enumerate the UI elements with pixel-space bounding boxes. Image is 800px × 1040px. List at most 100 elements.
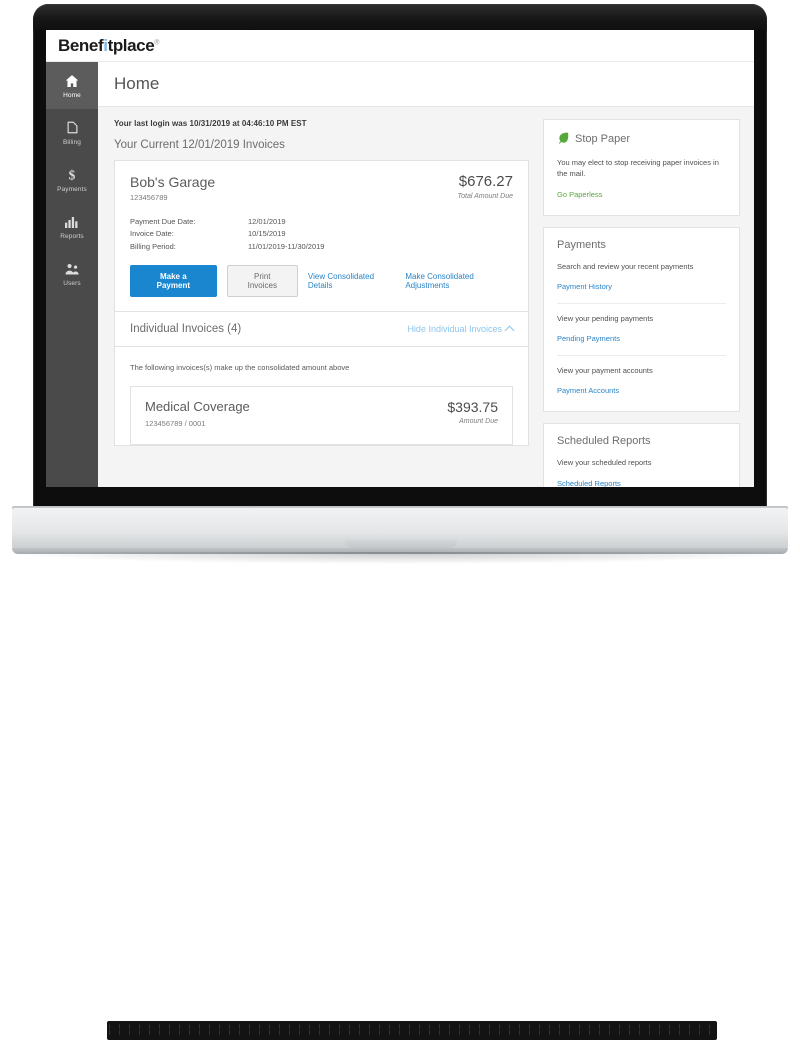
scheduled-reports-link[interactable]: Scheduled Reports [557,479,621,488]
invoice-identity: Bob's Garage 123456789 [130,174,215,202]
payment-history-link[interactable]: Payment History [557,282,612,291]
laptop-shadow [4,552,796,564]
payments-widget: Payments Search and review your recent p… [543,226,740,413]
page-header: Home [98,62,754,107]
widget-description: View your scheduled reports [557,458,652,468]
individual-invoice-name: Medical Coverage [145,399,250,415]
payments-title: Payments [557,239,726,251]
individual-invoice-amount: $393.75 [447,399,498,416]
widget-description: You may elect to stop receiving paper in… [557,158,719,179]
keyboard-row [109,1030,715,1035]
print-invoices-button[interactable]: Print Invoices [226,265,298,298]
keyboard [107,1021,717,1040]
invoice-detail-row: Invoice Date: 10/15/2019 [130,228,513,240]
scheduled-reports-widget: Scheduled Reports View your scheduled re… [543,423,740,487]
invoice-details: Payment Due Date: 12/01/2019 Invoice Dat… [115,202,528,253]
keyboard-row [109,1024,715,1029]
invoice-account-number: 123456789 [130,193,168,203]
widget-title-label: Stop Paper [575,133,631,145]
invoice-header: Bob's Garage 123456789 $676.27 Total Amo… [115,161,528,202]
widget-row: View your payment accounts Payment Accou… [557,355,726,398]
sidebar-item-label: Home [63,91,81,99]
invoice-actions: Make a Payment Print Invoices View Conso… [115,253,528,311]
invoice-detail-row: Billing Period: 11/01/2019-11/30/2019 [130,241,513,253]
individual-invoice-account: 123456789 / 0001 [145,419,206,429]
widget-description: View your pending payments [557,313,654,323]
invoice-detail-row: Payment Due Date: 12/01/2019 [130,216,513,228]
hide-individual-invoices-toggle[interactable]: Hide Individual Invoices [407,324,515,336]
individual-invoice-item[interactable]: Medical Coverage 123456789 / 0001 $393.7… [130,386,513,446]
detail-key: Billing Period: [130,241,176,251]
dollar-icon: $ [64,167,80,183]
leaf-icon [557,131,570,147]
widget-title-label: Payments [557,238,606,251]
sidebar-item-home[interactable]: Home [46,62,98,109]
detail-value: 12/01/2019 [248,217,286,227]
users-icon [64,261,80,277]
app-body: Home Billing $ Payments Reports Users Ho… [46,62,754,487]
make-a-payment-button[interactable]: Make a Payment [130,265,217,298]
scheduled-reports-title: Scheduled Reports [557,435,726,447]
widget-row: Search and review your recent payments P… [557,261,726,303]
sidebar: Home Billing $ Payments Reports Users [46,62,98,487]
detail-key: Payment Due Date: [130,217,196,227]
individual-invoice-total: $393.75 Amount Due [447,400,498,425]
widget-description: View your payment accounts [557,366,653,375]
current-invoices-title: Your Current 12/01/2019 Invoices [114,139,285,151]
laptop-mockup: Benefitplace® Home Billing $ Payments Re… [0,0,800,1040]
detail-value: 10/15/2019 [248,229,286,239]
home-icon [64,73,80,89]
individual-invoice-identity: Medical Coverage 123456789 / 0001 [145,399,250,429]
sidebar-item-label: Payments [57,185,87,193]
invoice-amount-label: Total Amount Due [457,192,513,200]
trackpad-notch [345,539,457,548]
brand-logo[interactable]: Benefitplace® [58,37,159,54]
brand-name-part1: Benef [58,36,104,55]
pending-payments-link[interactable]: Pending Payments [557,334,620,343]
individual-invoices-header: Individual Invoices (4) Hide Individual … [114,312,529,348]
payment-accounts-link[interactable]: Payment Accounts [557,386,619,395]
sidebar-item-users[interactable]: Users [46,250,98,297]
widget-row: View your pending payments Pending Payme… [557,302,726,355]
sidebar-item-billing[interactable]: Billing [46,109,98,156]
invoice-amount: $676.27 [458,173,513,190]
widget-row: View your scheduled reports Scheduled Re… [557,457,726,487]
billing-icon [64,120,80,136]
stop-paper-title: Stop Paper [557,131,726,147]
stop-paper-widget: Stop Paper You may elect to stop receivi… [543,119,740,216]
individual-invoices-body: The following invoices(s) make up the co… [114,347,529,447]
sidebar-item-payments[interactable]: $ Payments [46,156,98,203]
detail-value: 11/01/2019-11/30/2019 [248,241,325,251]
consolidated-invoice-card: Bob's Garage 123456789 $676.27 Total Amo… [114,160,529,313]
invoice-company-name: Bob's Garage [130,174,216,190]
invoice-total: $676.27 Total Amount Due [457,174,513,200]
individual-invoice-amount-label: Amount Due [459,417,498,425]
sidebar-item-reports[interactable]: Reports [46,203,98,250]
svg-text:$: $ [69,167,76,182]
page-title: Home [114,74,160,93]
chevron-up-icon [504,325,515,336]
individual-invoices-note: The following invoices(s) make up the co… [130,363,350,373]
brand-name-part2: tplace [107,36,155,55]
toggle-label: Hide Individual Invoices [407,324,502,335]
widget-description: Search and review your recent payments [557,261,694,271]
sidebar-item-label: Users [63,279,81,287]
detail-key: Invoice Date: [130,229,174,239]
left-column: Your last login was 10/31/2019 at 04:46:… [114,119,529,487]
main-content: Home Your last login was 10/31/2019 at 0… [98,62,754,487]
content-columns: Your last login was 10/31/2019 at 04:46:… [98,107,754,487]
widget-row: You may elect to stop receiving paper in… [557,157,726,202]
make-consolidated-adjustments-link[interactable]: Make Consolidated Adjustments [405,272,513,290]
view-consolidated-details-link[interactable]: View Consolidated Details [308,272,395,290]
widget-title-label: Scheduled Reports [557,435,651,448]
lid-sheen [33,4,767,30]
app-topbar: Benefitplace® [46,30,754,62]
right-column: Stop Paper You may elect to stop receivi… [543,119,740,487]
bar-chart-icon [64,214,80,230]
last-login-note: Your last login was 10/31/2019 at 04:46:… [114,119,307,128]
individual-invoices-title: Individual Invoices (4) [130,323,242,336]
screen: Benefitplace® Home Billing $ Payments Re… [46,30,754,487]
brand-trademark: ® [154,39,160,47]
go-paperless-link[interactable]: Go Paperless [557,190,602,199]
sidebar-item-label: Reports [60,232,84,240]
